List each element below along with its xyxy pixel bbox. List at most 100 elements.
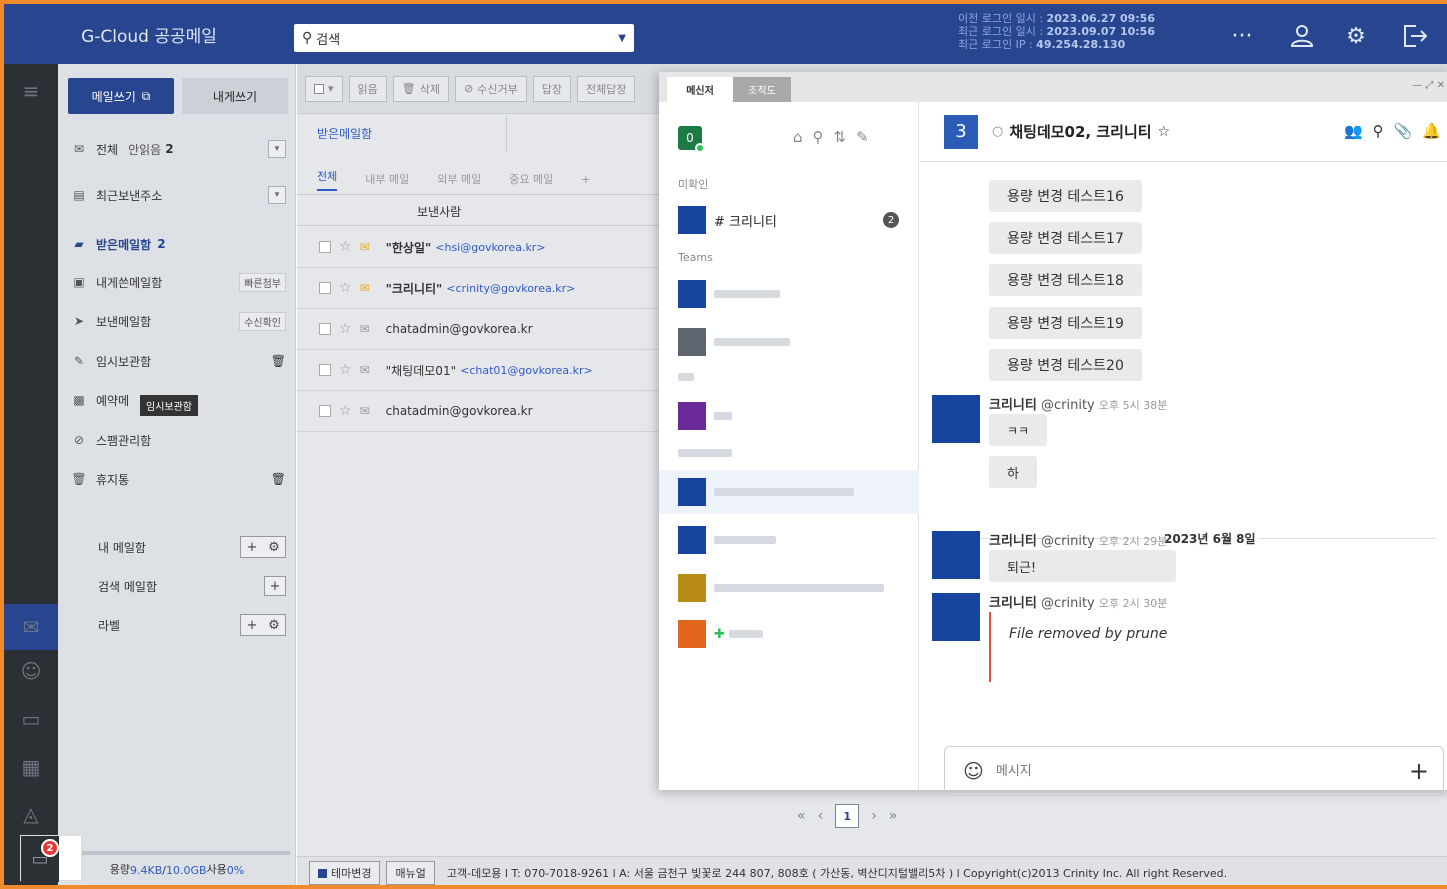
search-icon[interactable]: ⚲ <box>1373 122 1384 140</box>
contacts-icon[interactable]: ☺ <box>16 656 46 686</box>
channel-item[interactable]: ✚ <box>659 612 919 656</box>
star-icon[interactable]: ☆ <box>339 362 352 378</box>
gear-icon[interactable]: ⚙ <box>263 615 285 635</box>
table-row[interactable]: ☆ ✉ "크리니티" <crinity@govkorea.kr> <box>297 268 659 309</box>
mail-app-icon[interactable]: ✉ <box>4 604 58 650</box>
folder-icon[interactable]: ▭ <box>16 704 46 734</box>
search-icon[interactable]: ⚲ <box>813 128 824 146</box>
avatar[interactable] <box>932 593 980 641</box>
sidebar-item-inbox[interactable]: ▰ 받은메일함 2 <box>70 232 286 256</box>
search-input[interactable]: 검색 <box>316 29 340 48</box>
bell-icon[interactable]: ◬ <box>16 799 46 829</box>
members-icon[interactable]: 👥 <box>1344 122 1363 140</box>
channel-item[interactable] <box>659 272 919 316</box>
sidebar-search-box[interactable]: 검색 메일함 + <box>98 574 286 598</box>
avatar[interactable] <box>932 531 980 579</box>
star-icon[interactable]: ☆ <box>339 280 352 296</box>
sidebar-item-recent[interactable]: ▤ 최근보낸주소 ▾ <box>70 183 286 207</box>
calendar-icon[interactable]: ▦ <box>16 752 46 782</box>
row-checkbox[interactable] <box>319 241 331 253</box>
chevron-down-icon[interactable]: ▾ <box>268 186 286 204</box>
row-checkbox[interactable] <box>319 282 331 294</box>
row-checkbox[interactable] <box>319 405 331 417</box>
subtab-add[interactable]: + <box>581 173 590 186</box>
reject-button[interactable]: ⊘ 수신거부 <box>455 75 527 102</box>
channel-item[interactable] <box>659 394 919 438</box>
reply-all-button[interactable]: 전체답장 <box>576 75 636 102</box>
bell-icon[interactable]: 🔔 <box>1422 122 1441 140</box>
current-page[interactable]: 1 <box>835 804 860 828</box>
add-icon[interactable]: + <box>241 537 263 557</box>
select-all-checkbox[interactable]: ▾ <box>305 75 343 102</box>
menu-icon[interactable]: ≡ <box>16 76 46 106</box>
logout-icon[interactable] <box>1398 20 1430 52</box>
table-row[interactable]: ☆ ✉ chatadmin@govkorea.kr <box>297 309 659 350</box>
row-checkbox[interactable] <box>319 323 331 335</box>
attachment-icon[interactable]: 📎 <box>1394 122 1413 140</box>
gear-icon[interactable]: ⚙ <box>263 537 285 557</box>
settings-icon[interactable]: ⚙ <box>1340 20 1372 52</box>
sort-icon[interactable]: ⇅ <box>834 128 847 146</box>
column-header-sender[interactable]: 보낸사람 <box>297 194 659 226</box>
read-receipt-button[interactable]: 수신확인 <box>239 311 286 331</box>
subtab-all[interactable]: 전체 <box>317 168 338 191</box>
window-controls[interactable]: — ⤢ ✕ <box>1412 80 1445 91</box>
tab-org-chart[interactable]: 조직도 <box>733 77 791 102</box>
delete-button[interactable]: 🗑 삭제 <box>392 75 449 102</box>
self-write-button[interactable]: 내게쓰기 <box>182 78 288 114</box>
add-icon[interactable]: + <box>264 576 286 596</box>
sidebar-item-all[interactable]: ✉ 전체 안읽음 2 ▾ <box>70 137 286 161</box>
prev-page-button[interactable]: ‹ <box>818 808 824 824</box>
emoji-icon[interactable]: ☺ <box>963 759 984 783</box>
sidebar-label[interactable]: 라벨 + ⚙ <box>98 613 286 637</box>
my-status-avatar[interactable]: 0 <box>678 126 705 153</box>
channel-item[interactable] <box>659 566 919 610</box>
sidebar-item-trash[interactable]: 🗑 휴지통 🗑 <box>70 467 286 491</box>
star-icon[interactable]: ☆ <box>339 403 352 419</box>
reply-button[interactable]: 답장 <box>532 75 571 102</box>
channel-item[interactable] <box>659 320 919 364</box>
theme-change-button[interactable]: 테마변경 <box>309 861 381 885</box>
compose-icon[interactable]: ✎ <box>856 128 869 146</box>
avatar[interactable] <box>932 395 980 443</box>
mark-read-button[interactable]: 읽음 <box>348 75 387 102</box>
add-attachment-button[interactable]: + <box>1409 757 1429 785</box>
more-icon[interactable]: ··· <box>1226 20 1258 52</box>
first-page-button[interactable]: « <box>797 808 806 824</box>
tab-inbox[interactable]: 받은메일함 <box>297 115 507 151</box>
subtab-external[interactable]: 외부 메일 <box>437 171 481 187</box>
empty-trash-icon[interactable]: 🗑 <box>271 472 286 486</box>
chevron-down-icon[interactable]: ▼ <box>618 33 626 44</box>
subtab-important[interactable]: 중요 메일 <box>509 171 553 187</box>
subtab-internal[interactable]: 내부 메일 <box>365 171 409 187</box>
quick-attach-button[interactable]: 빠른첨부 <box>239 272 286 292</box>
search-box[interactable]: ⚲ 검색 ▼ <box>294 24 634 52</box>
app-logo[interactable]: G-Cloud 공공메일 <box>4 4 294 64</box>
channel-item[interactable] <box>659 518 919 562</box>
star-icon[interactable]: ☆ <box>1158 124 1171 140</box>
sidebar-item-sent[interactable]: ➤ 보낸메일함 수신확인 <box>70 309 286 333</box>
user-icon[interactable] <box>1286 20 1318 52</box>
channel-item-selected[interactable] <box>659 470 919 514</box>
row-checkbox[interactable] <box>319 364 331 376</box>
home-icon[interactable]: ⌂ <box>793 128 803 146</box>
tab-messenger[interactable]: 메신저 <box>667 77 733 102</box>
last-page-button[interactable]: » <box>889 808 898 824</box>
star-icon[interactable]: ☆ <box>339 321 352 337</box>
trash-icon[interactable]: 🗑 <box>271 354 286 368</box>
chevron-down-icon[interactable]: ▾ <box>268 140 286 158</box>
table-row[interactable]: ☆ ✉ "한상일" <hsi@govkorea.kr> <box>297 227 659 268</box>
add-icon[interactable]: + <box>241 615 263 635</box>
table-row[interactable]: ☆ ✉ "채팅데모01" <chat01@govkorea.kr> <box>297 350 659 391</box>
sidebar-my-box[interactable]: 내 메일함 + ⚙ <box>98 535 286 559</box>
message-composer[interactable]: ☺ + <box>944 746 1444 796</box>
channel-item[interactable] <box>659 362 919 392</box>
sidebar-item-draft[interactable]: ✎ 임시보관함 🗑 <box>70 349 286 373</box>
message-input[interactable] <box>995 763 1409 779</box>
table-row[interactable]: ☆ ✉ chatadmin@govkorea.kr <box>297 391 659 432</box>
chat-launcher-button[interactable]: ▭ 2 <box>20 835 82 882</box>
room-title[interactable]: ○ 채팅데모02, 크리니티 ☆ <box>992 121 1170 142</box>
manual-button[interactable]: 매뉴얼 <box>386 861 435 885</box>
channel-item[interactable]: # 크리니티 2 <box>659 198 919 242</box>
channel-item[interactable] <box>659 438 919 468</box>
